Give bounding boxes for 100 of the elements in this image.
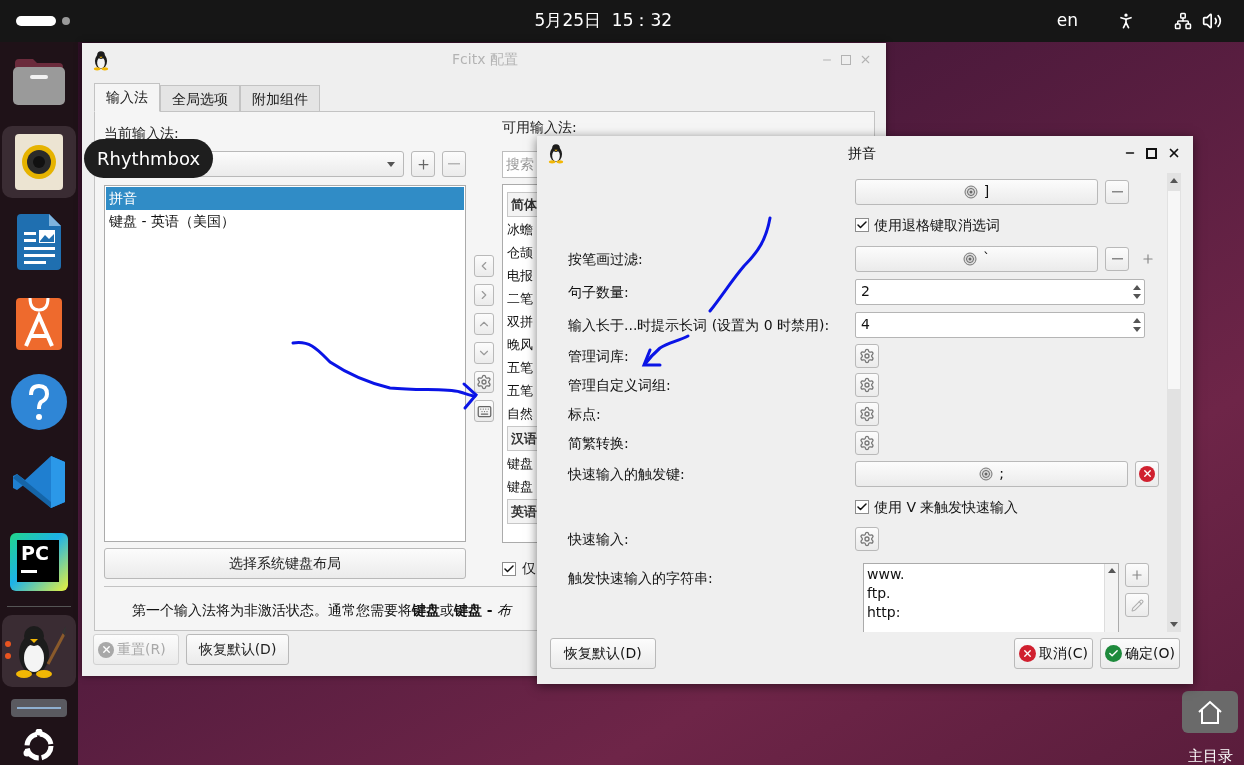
move-button[interactable]	[474, 313, 494, 335]
scroll-up-icon[interactable]	[1107, 568, 1116, 573]
help-icon[interactable]	[11, 374, 67, 430]
app-logo-text: PC	[21, 542, 50, 564]
checkbox[interactable]	[855, 218, 869, 232]
number-field[interactable]: 2	[855, 278, 1145, 305]
clock[interactable]: 5月25日 15：32	[534, 8, 673, 34]
add-button[interactable]	[411, 151, 436, 177]
dock-item[interactable]	[2, 126, 76, 198]
checkbox-label: 使用 V 来触发快速输入	[874, 497, 1019, 517]
list-item[interactable]: www.	[867, 565, 1101, 584]
list-item[interactable]: 拼音	[106, 187, 464, 210]
desktop-icon-label: 主目录	[1187, 747, 1233, 765]
checkbox-label: 仅	[522, 559, 536, 578]
pycharm-icon[interactable]: PC	[10, 533, 68, 591]
setting-label: 简繁转换:	[568, 434, 629, 451]
gear-icon	[476, 374, 492, 390]
window-title: 拼音	[848, 143, 876, 163]
group-header[interactable]: 英语	[507, 499, 537, 524]
document-icon[interactable]	[17, 214, 61, 270]
scroll-down-icon[interactable]	[1170, 622, 1178, 627]
clear-icon	[1139, 465, 1155, 482]
list-item[interactable]: 五笔	[507, 356, 537, 379]
key-button[interactable]: `	[855, 245, 1098, 272]
list-item[interactable]: 冰蟾	[507, 218, 537, 241]
scrollbar[interactable]	[1104, 564, 1118, 632]
plus-icon	[1141, 251, 1155, 266]
network-icon[interactable]	[1174, 12, 1192, 30]
folder-icon[interactable]	[11, 57, 67, 107]
minus-icon	[1111, 190, 1123, 193]
group-header[interactable]: 简体	[507, 192, 537, 217]
setting-label: 快速输入的触发键:	[568, 465, 685, 482]
list-item[interactable]: 二笔	[507, 287, 537, 310]
setting-label: 句子数量:	[568, 283, 629, 300]
key-grab-icon	[963, 184, 978, 199]
list-item[interactable]: http:	[867, 603, 1101, 622]
input-language[interactable]: en	[1056, 8, 1078, 34]
list-item[interactable]: 键盘	[507, 475, 537, 498]
pencil-icon	[1130, 598, 1144, 612]
ok-button[interactable]: 确定(O)	[1100, 638, 1180, 669]
group-header[interactable]: 汉语	[507, 426, 537, 451]
settings-button[interactable]	[855, 372, 879, 397]
dock-item[interactable]: PC	[2, 526, 76, 598]
plus-icon	[1130, 568, 1144, 582]
list-item[interactable]: 键盘	[507, 452, 537, 475]
dock-item[interactable]	[2, 615, 76, 687]
keyboard-icon	[476, 403, 492, 419]
window-title: Fcitx 配置	[452, 50, 518, 69]
key-button[interactable]: ;	[855, 460, 1128, 487]
tab[interactable]: 输入法	[94, 83, 160, 112]
scroll-up-icon[interactable]	[1170, 178, 1178, 183]
keyboard-layout-button[interactable]	[474, 400, 494, 422]
tab[interactable]: 附加组件	[240, 85, 320, 112]
setting-label: 管理自定义词组:	[568, 376, 671, 393]
configure-button[interactable]	[474, 371, 494, 393]
minus-icon	[1111, 257, 1123, 260]
list-item[interactable]: ftp.	[867, 584, 1101, 603]
maximize-icon[interactable]	[1146, 147, 1157, 159]
key-grab-icon	[963, 251, 977, 266]
volume-icon[interactable]	[1202, 11, 1222, 31]
code-editor-icon[interactable]	[11, 454, 67, 510]
scrollbar[interactable]	[1167, 173, 1181, 632]
gear-icon	[859, 347, 875, 364]
hint-text: 第一个输入法将为非激活状态。通常您需要将键盘或键盘 - 布	[132, 602, 512, 618]
clear-key-button[interactable]	[1135, 460, 1159, 487]
tab[interactable]: 全局选项	[160, 85, 240, 112]
list-item[interactable]: 键盘 - 英语（美国）	[106, 210, 464, 233]
key-grab-icon	[979, 466, 994, 481]
list-item[interactable]: 电报	[507, 264, 537, 287]
list-item[interactable]: 自然	[507, 402, 537, 425]
cancel-button[interactable]: 取消(C)	[1014, 638, 1094, 669]
list-item[interactable]: 仓颉	[507, 241, 537, 264]
list-item[interactable]: 晚风	[507, 333, 537, 356]
select-keyboard-layout-button[interactable]: 选择系统键盘布局	[104, 548, 466, 579]
restore-defaults-button[interactable]: 恢复默认(D)	[550, 638, 656, 669]
available-label: 可用输入法:	[502, 119, 577, 137]
list-item[interactable]: 五笔	[507, 379, 537, 402]
home-folder-icon[interactable]	[1182, 691, 1238, 733]
settings-button[interactable]	[855, 430, 879, 455]
list-item[interactable]: 双拼	[507, 310, 537, 333]
speaker-icon[interactable]	[15, 134, 63, 190]
ubuntu-logo-icon[interactable]	[22, 729, 56, 763]
setting-label: 触发快速输入的字符串:	[568, 570, 713, 586]
checkbox[interactable]	[855, 500, 869, 514]
plus-icon	[415, 156, 431, 172]
settings-button[interactable]	[855, 401, 879, 426]
setting-label: 标点:	[568, 405, 601, 422]
gear-icon	[859, 376, 875, 393]
gear-icon	[859, 530, 875, 547]
checkbox[interactable]	[502, 561, 516, 576]
settings-button[interactable]	[855, 526, 879, 551]
gear-icon	[859, 405, 875, 422]
checkbox-label: 使用退格键取消选词	[874, 215, 1000, 235]
tooltip: Rhythmbox	[84, 139, 214, 178]
workspace-indicator[interactable]	[16, 16, 70, 26]
key-button[interactable]: ]	[855, 178, 1098, 205]
number-field[interactable]: 4	[855, 311, 1145, 338]
restore-defaults-button[interactable]: 恢复默认(D)	[185, 634, 290, 665]
close-icon[interactable]	[1167, 146, 1181, 160]
settings-button[interactable]	[855, 343, 879, 368]
